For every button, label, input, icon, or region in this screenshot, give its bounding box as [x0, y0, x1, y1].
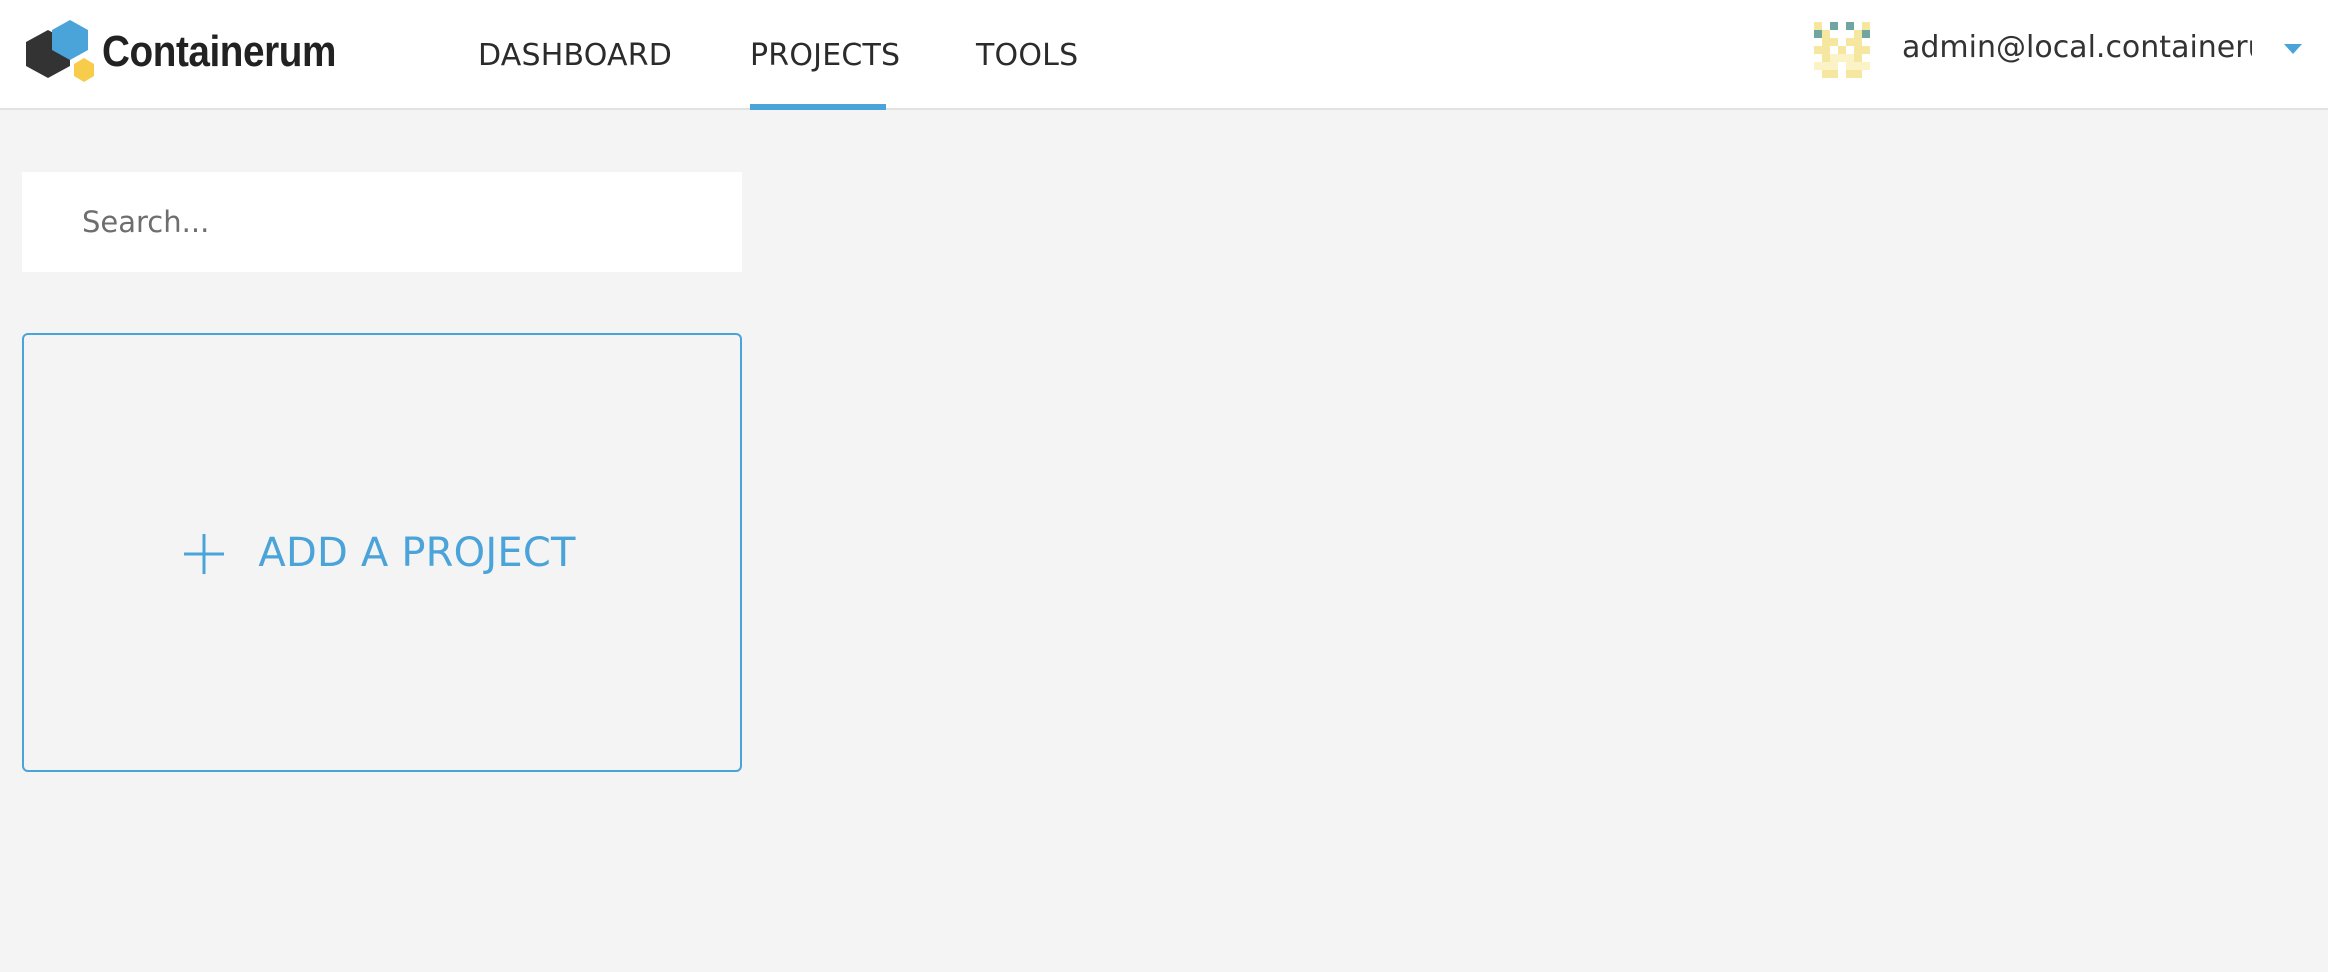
app-logo[interactable]: Containerum	[22, 20, 368, 84]
user-avatar[interactable]	[1814, 22, 1870, 78]
active-tab-indicator	[750, 104, 886, 110]
search-input[interactable]	[22, 172, 742, 272]
add-project-label: ADD A PROJECT	[258, 529, 576, 576]
nav-tab-dashboard[interactable]: DASHBOARD	[478, 0, 672, 110]
app-name: Containerum	[102, 27, 336, 76]
caret-down-icon[interactable]	[2284, 44, 2302, 54]
nav-tab-tools[interactable]: TOOLS	[976, 0, 1078, 110]
add-project-card[interactable]: ADD A PROJECT	[22, 333, 742, 772]
hexagon-logo-icon	[26, 20, 94, 82]
top-navigation-bar: Containerum DASHBOARD PROJECTS TOOLS adm…	[0, 0, 2328, 110]
add-project-content: ADD A PROJECT	[182, 530, 575, 576]
plus-icon	[184, 533, 225, 574]
user-email[interactable]: admin@local.containeru...	[1902, 26, 2252, 70]
nav-tab-projects[interactable]: PROJECTS	[750, 0, 900, 110]
